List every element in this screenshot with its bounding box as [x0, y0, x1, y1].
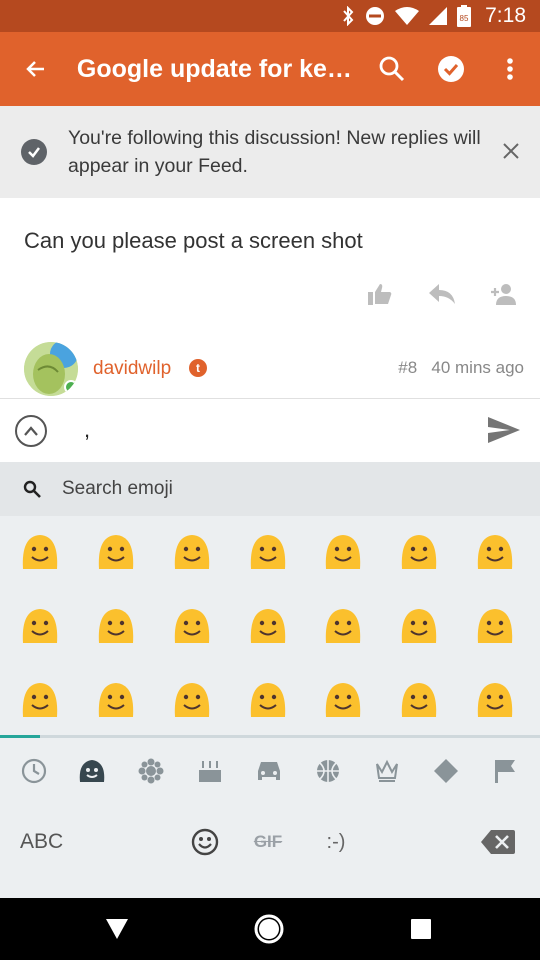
travel-icon[interactable]: [254, 756, 284, 786]
emoji-key[interactable]: [96, 532, 136, 572]
smileys-icon[interactable]: [77, 756, 107, 786]
check-circle-icon[interactable]: [422, 32, 481, 106]
emoji-toggle-icon[interactable]: [189, 826, 221, 858]
banner-message: You're following this discussion! New re…: [68, 127, 481, 177]
more-vert-icon[interactable]: [481, 32, 540, 106]
post-actions: [364, 280, 520, 308]
post-card: Can you please post a screen shot davidw…: [0, 198, 540, 398]
post-number[interactable]: #8: [398, 358, 417, 377]
do-not-disturb-icon: [365, 6, 385, 26]
emoji-search-placeholder: Search emoji: [62, 478, 173, 499]
back-triangle-icon[interactable]: [101, 913, 133, 945]
close-icon[interactable]: [496, 136, 526, 166]
emoji-key[interactable]: [20, 680, 60, 720]
page-title: Google update for ke…: [76, 54, 352, 83]
app-bar: Google update for ke…: [0, 32, 540, 106]
check-icon: [21, 139, 47, 165]
symbols-icon[interactable]: [431, 756, 461, 786]
expand-up-icon[interactable]: [15, 415, 47, 447]
emoji-key[interactable]: [475, 532, 515, 572]
keyboard-bottom-row: ABC GIF :-): [0, 812, 540, 872]
search-icon: [22, 479, 42, 499]
objects-icon[interactable]: [372, 756, 402, 786]
emoji-key[interactable]: [323, 532, 363, 572]
emoji-key[interactable]: [172, 606, 212, 646]
back-arrow-icon[interactable]: [0, 32, 73, 106]
nature-icon[interactable]: [136, 756, 166, 786]
reply-input[interactable]: ,: [84, 417, 90, 443]
online-indicator: [64, 380, 78, 394]
backspace-icon[interactable]: [480, 826, 516, 858]
recents-square-icon[interactable]: [405, 913, 437, 945]
emoji-key[interactable]: [323, 606, 363, 646]
bluetooth-icon: [341, 6, 355, 26]
author-badge: t: [189, 359, 207, 377]
search-icon[interactable]: [363, 32, 422, 106]
emoji-key[interactable]: [248, 606, 288, 646]
add-person-icon[interactable]: [488, 280, 520, 308]
tab-indicator-active: [0, 735, 40, 738]
emoji-keyboard: Search emoji ABC GIF:-): [0, 462, 540, 898]
emoji-key[interactable]: [20, 532, 60, 572]
home-circle-icon[interactable]: [253, 913, 285, 945]
activity-icon[interactable]: [313, 756, 343, 786]
wifi-icon: [395, 7, 420, 25]
emoji-key[interactable]: [96, 680, 136, 720]
status-time: 7:18: [485, 4, 526, 27]
post-time: 40 mins ago: [431, 358, 524, 377]
emoji-key[interactable]: [399, 606, 439, 646]
emoji-grid: [0, 516, 540, 736]
author-name[interactable]: davidwilp: [93, 358, 171, 380]
emoji-key[interactable]: [172, 532, 212, 572]
following-banner: You're following this discussion! New re…: [0, 106, 540, 198]
abc-button[interactable]: ABC: [20, 830, 63, 854]
emoji-key[interactable]: [172, 680, 212, 720]
tab-indicator: [0, 735, 540, 738]
signal-icon: [429, 7, 448, 25]
emoji-key[interactable]: [248, 680, 288, 720]
post-body: Can you please post a screen shot: [24, 228, 363, 253]
emoji-search[interactable]: Search emoji: [0, 462, 540, 516]
compose-bar: ,: [0, 398, 540, 462]
battery-level: 85: [460, 14, 469, 23]
emoji-categories: [0, 742, 540, 802]
food-icon[interactable]: [195, 756, 225, 786]
emoji-key[interactable]: [475, 606, 515, 646]
send-icon[interactable]: [488, 417, 520, 448]
status-bar: 85 7:18: [0, 0, 540, 32]
system-nav-bar: [0, 898, 540, 960]
emoji-key[interactable]: [399, 532, 439, 572]
battery-icon: 85: [457, 5, 472, 27]
emoji-key[interactable]: [399, 680, 439, 720]
recent-icon[interactable]: [19, 756, 49, 786]
emoji-key[interactable]: [248, 532, 288, 572]
flags-icon[interactable]: [490, 756, 520, 786]
gif-label: GIF: [253, 832, 283, 851]
thumbs-up-icon[interactable]: [364, 280, 396, 308]
emoji-key[interactable]: [20, 606, 60, 646]
avatar[interactable]: [24, 342, 78, 396]
emoticon-button[interactable]: :-): [316, 826, 356, 858]
post-author: davidwilp t #8 40 mins ago: [24, 340, 524, 396]
emoji-key[interactable]: [323, 680, 363, 720]
emoji-key[interactable]: [96, 606, 136, 646]
emoji-key[interactable]: [475, 680, 515, 720]
gif-button[interactable]: GIF: [248, 826, 288, 858]
reply-icon[interactable]: [426, 280, 458, 308]
post-meta: #8 40 mins ago: [398, 358, 524, 378]
